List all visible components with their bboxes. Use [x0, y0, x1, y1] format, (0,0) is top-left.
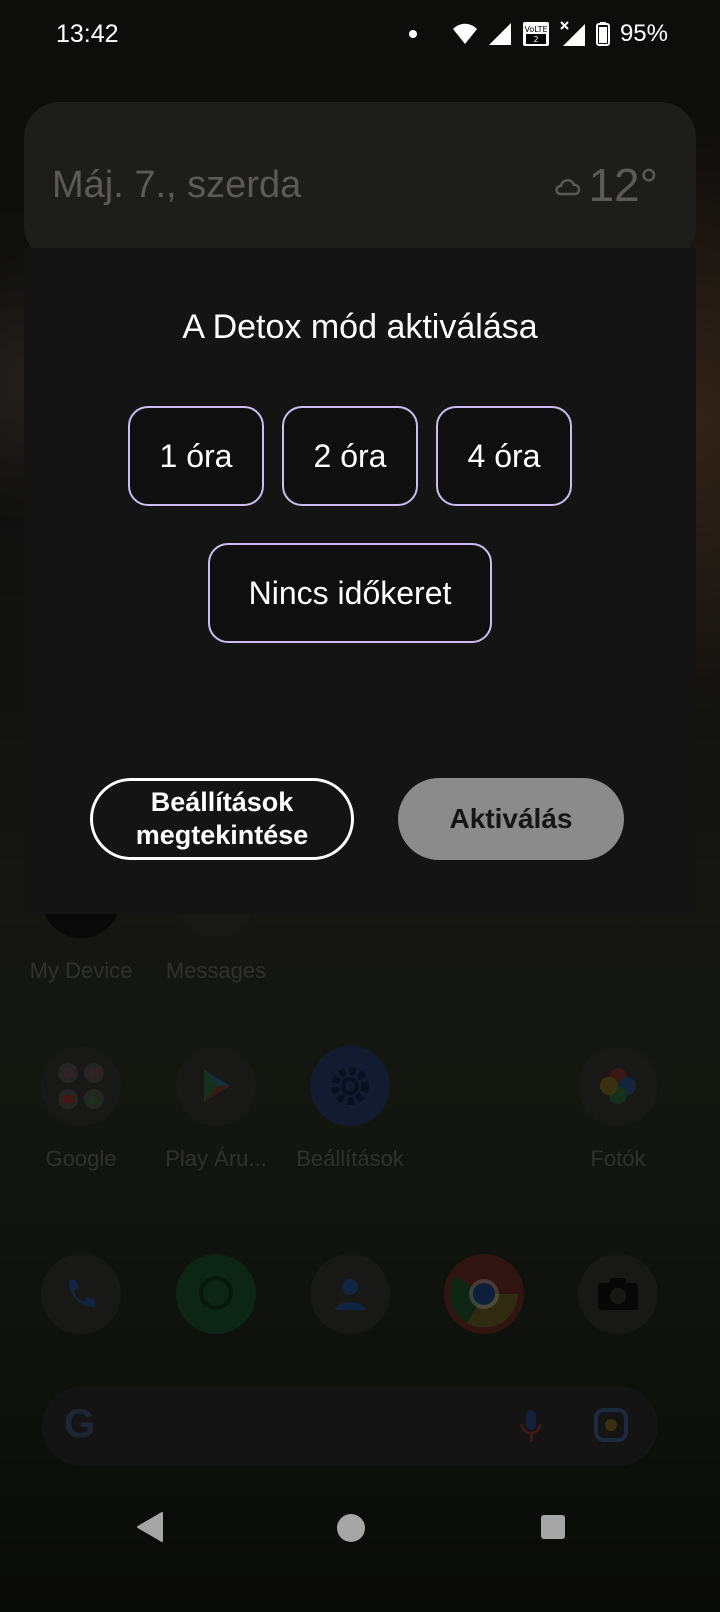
signal-no-data-icon	[560, 21, 585, 46]
detox-dialog: A Detox mód aktiválása 1 óra 2 óra 4 óra…	[24, 248, 696, 914]
option-1-hour[interactable]: 1 óra	[128, 406, 264, 506]
option-no-limit[interactable]: Nincs időkeret	[208, 543, 492, 643]
notification-dot-icon	[408, 30, 417, 38]
widget-temperature: 12°	[588, 159, 658, 211]
view-settings-label: Beállítások megtekintése	[136, 786, 309, 852]
signal-icon	[488, 23, 511, 45]
widget-date: Máj. 7., szerda	[52, 164, 302, 206]
view-settings-button[interactable]: Beállítások megtekintése	[90, 778, 354, 860]
at-a-glance-widget[interactable]: Máj. 7., szerda 12°	[24, 102, 696, 262]
option-4-hours[interactable]: 4 óra	[436, 406, 572, 506]
battery-percent: 95%	[619, 20, 668, 47]
clock: 13:42	[56, 20, 119, 48]
volte-icon: VoLTE2	[522, 22, 549, 46]
option-2-hours[interactable]: 2 óra	[282, 406, 418, 506]
dialog-title: A Detox mód aktiválása	[182, 308, 538, 346]
activate-button[interactable]: Aktiválás	[398, 778, 624, 860]
wifi-icon	[452, 23, 477, 44]
view-settings-line2: megtekintése	[135, 820, 309, 850]
status-bar: 13:42 VoLTE 2 95%	[0, 0, 720, 72]
battery-icon	[595, 22, 610, 46]
svg-text:2: 2	[533, 35, 538, 44]
cloud-icon	[555, 179, 581, 196]
svg-text:VoLTE: VoLTE	[524, 25, 547, 34]
view-settings-line1: Beállítások	[150, 787, 294, 817]
